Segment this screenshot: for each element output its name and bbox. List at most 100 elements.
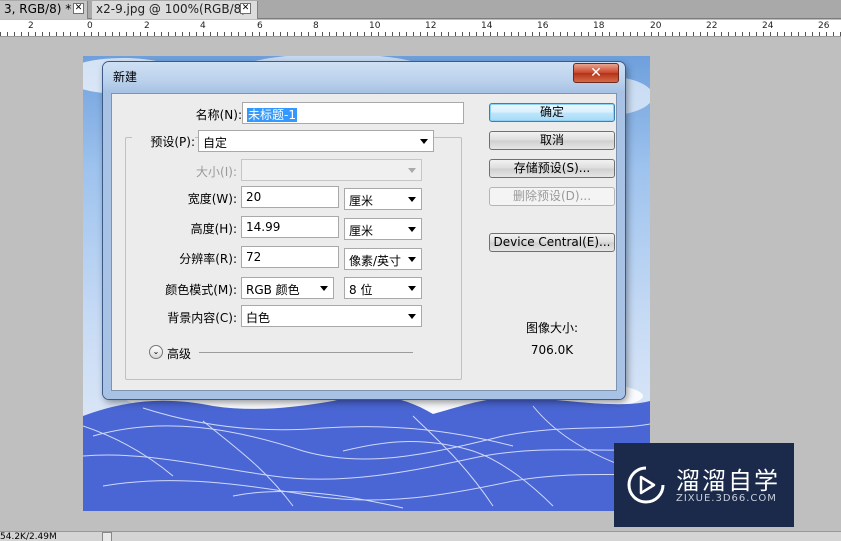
ruler-tick (119, 32, 120, 36)
ruler-label: 16 (537, 21, 549, 31)
horizontal-ruler[interactable]: 2 0 2 4 6 8 10 12 14 16 18 20 22 24 26 (0, 20, 841, 37)
ruler-tick (588, 32, 589, 36)
new-document-dialog: 新建 ✕ 名称(N): 未标题-1 预设(P): 自定 大小(I): 宽度(W)… (103, 62, 625, 399)
ruler-tick (385, 32, 386, 36)
ruler-tick (791, 32, 792, 36)
ruler-label: 2 (144, 21, 150, 31)
dialog-titlebar[interactable]: 新建 ✕ (103, 62, 625, 90)
ok-button[interactable]: 确定 (489, 103, 615, 122)
expand-advanced-icon[interactable]: ⌄ (149, 345, 163, 359)
save-preset-button[interactable]: 存储预设(S)... (489, 159, 615, 178)
ruler-tick (217, 32, 218, 36)
document-tab-bar: 3, RGB/8) * ✕ x2-9.jpg @ 100%(RGB/8) ✕ (0, 0, 841, 19)
bit-depth-select[interactable]: 8 位 (344, 277, 422, 299)
ruler-tick (595, 32, 596, 36)
background-select[interactable]: 白色 (241, 305, 422, 327)
ruler-label: 0 (87, 21, 93, 31)
watermark-brand: 溜溜自学 (676, 467, 780, 495)
ruler-tick (798, 32, 799, 36)
width-unit-select[interactable]: 厘米 (344, 188, 422, 210)
dialog-close-button[interactable]: ✕ (573, 63, 619, 83)
height-input[interactable]: 14.99 (241, 216, 339, 238)
ruler-tick (553, 32, 554, 36)
ruler-tick (728, 32, 729, 36)
ruler-tick (637, 32, 638, 36)
ruler-tick (49, 32, 50, 36)
ruler-label: 26 (818, 21, 830, 31)
ruler-tick (819, 32, 820, 36)
ruler-tick (273, 32, 274, 36)
ruler-tick (140, 32, 141, 36)
height-unit-select[interactable]: 厘米 (344, 218, 422, 240)
ruler-tick (392, 32, 393, 36)
advanced-label[interactable]: 高级 (167, 345, 191, 362)
name-input[interactable]: 未标题-1 (242, 102, 464, 124)
chevron-down-icon (320, 286, 328, 291)
ruler-label: 4 (200, 21, 206, 31)
ruler-tick (238, 32, 239, 36)
ruler-tick (805, 32, 806, 36)
ruler-label: 8 (313, 21, 319, 31)
status-menu-arrow-icon[interactable] (102, 532, 112, 541)
ruler-tick (0, 32, 1, 36)
ruler-tick (693, 32, 694, 36)
ruler-tick (98, 32, 99, 36)
color-mode-label: 颜色模式(M): (165, 283, 237, 297)
width-input[interactable]: 20 (241, 186, 339, 208)
dialog-title: 新建 (113, 70, 138, 84)
resolution-unit-select[interactable]: 像素/英寸 (344, 248, 422, 270)
ruler-tick (756, 32, 757, 36)
ruler-tick (105, 32, 106, 36)
ruler-tick (518, 32, 519, 36)
preset-select[interactable]: 自定 (198, 130, 434, 152)
document-tab-2[interactable]: x2-9.jpg @ 100%(RGB/8) (92, 1, 258, 19)
ruler-tick (574, 32, 575, 36)
background-label: 背景内容(C): (167, 311, 237, 325)
ruler-tick (28, 32, 29, 36)
background-value: 白色 (246, 311, 271, 325)
close-icon[interactable]: ✕ (240, 3, 251, 14)
ruler-tick (609, 32, 610, 36)
device-central-button[interactable]: Device Central(E)... (489, 233, 615, 252)
ruler-tick (231, 32, 232, 36)
ruler-tick (294, 32, 295, 36)
ruler-tick (210, 32, 211, 36)
ruler-tick (154, 32, 155, 36)
ruler-tick (546, 32, 547, 36)
height-label: 高度(H): (190, 222, 237, 236)
ruler-label: 24 (762, 21, 774, 31)
document-size-status: 54.2K/2.49M (0, 532, 57, 541)
ruler-tick (133, 32, 134, 36)
ruler-tick (763, 32, 764, 36)
ruler-tick (707, 32, 708, 36)
ok-button-label: 确定 (539, 105, 564, 119)
close-icon[interactable]: ✕ (73, 3, 84, 14)
cancel-button-label: 取消 (539, 133, 564, 147)
name-label: 名称(N): (195, 108, 242, 122)
chevron-down-icon (408, 286, 416, 291)
ruler-tick (350, 32, 351, 36)
ruler-tick (714, 32, 715, 36)
ruler-tick (672, 32, 673, 36)
ruler-tick (735, 32, 736, 36)
ruler-tick (182, 32, 183, 36)
dialog-body: 名称(N): 未标题-1 预设(P): 自定 大小(I): 宽度(W): 20 … (111, 93, 617, 391)
ruler-tick (189, 32, 190, 36)
ruler-tick (658, 32, 659, 36)
ruler-tick (448, 32, 449, 36)
ruler-tick (532, 32, 533, 36)
cancel-button[interactable]: 取消 (489, 131, 615, 150)
image-size-label: 图像大小: (525, 321, 579, 335)
ruler-tick (483, 32, 484, 36)
ruler-tick (203, 32, 204, 36)
resolution-input[interactable]: 72 (241, 246, 339, 268)
ruler-label: 14 (481, 21, 493, 31)
ruler-tick (14, 32, 15, 36)
preset-select-value: 自定 (203, 136, 228, 150)
bit-depth-value: 8 位 (349, 283, 373, 297)
ruler-tick (476, 32, 477, 36)
ruler-tick (749, 32, 750, 36)
color-mode-select[interactable]: RGB 颜色 (241, 277, 334, 299)
ruler-tick (602, 32, 603, 36)
ruler-tick (343, 32, 344, 36)
